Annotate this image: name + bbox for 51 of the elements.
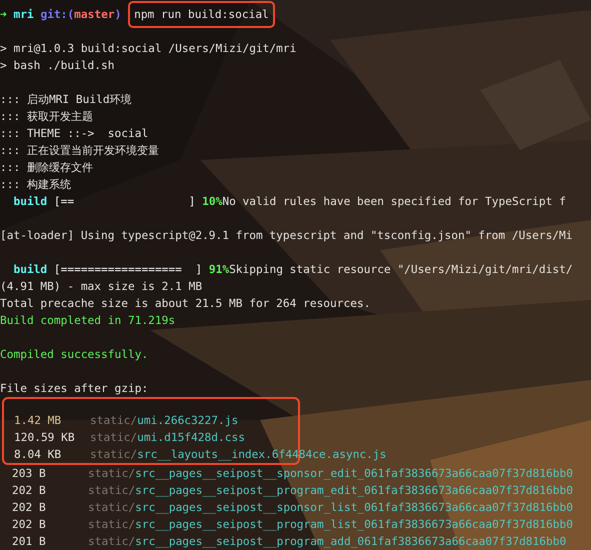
file-size: 202 B (11, 483, 47, 499)
output-text: ::: 正在设置当前开发环境变量 (0, 144, 159, 157)
file-name: umi.d15f428d.css (137, 430, 245, 446)
progress-text: [================== ] (54, 263, 202, 276)
output-text: ::: 构建系统 (0, 178, 71, 191)
file-size: 201 B (11, 534, 47, 550)
progress-message: Skipping static resource "/Users/Mizi/git/mri/dist/ (229, 263, 573, 276)
file-name: src__pages__seipost__program_list_061faf3836673a66caa07f37d816bb0 (135, 517, 573, 533)
file-directory: static/ (90, 413, 138, 429)
output-text: Total precache size is about 21.5 MB for 264 resources. (0, 297, 370, 310)
success-text: Build completed in 71.219s (0, 314, 176, 327)
output-text: ::: THEME ::-> social (0, 127, 148, 140)
file-size: 202 B (11, 517, 47, 533)
progress-label: build (13, 195, 48, 208)
file-name: src__pages__seipost__sponsor_edit_061faf3836673a66caa07f37d816bb0 (135, 466, 573, 482)
progress-percent: 91% (208, 263, 230, 276)
output-text: ::: 删除缓存文件 (0, 161, 93, 174)
success-text: Compiled successfully. (0, 348, 148, 361)
git-label: ) (114, 8, 122, 21)
output-text: [at-loader] Using typescript@2.9.1 from typescript and "tsconfig.json" from /Users/Mi (0, 229, 573, 242)
file-name: umi.266c3227.js (137, 413, 238, 429)
progress-message: No valid rules have been specified for TypeScript f (222, 195, 566, 208)
file-directory: static/ (88, 483, 136, 499)
file-directory: static/ (90, 447, 138, 463)
command-text: npm run build:social (128, 1, 275, 28)
file-directory: static/ (90, 430, 138, 446)
file-size: 120.59 KB (13, 430, 76, 446)
file-size: 1.42 MB (13, 413, 62, 429)
prompt-directory: mri (14, 8, 34, 21)
git-label: git:( (40, 8, 74, 21)
file-directory: static/ (88, 517, 136, 533)
output-text: > bash ./build.sh (0, 59, 115, 72)
output-text: (4.91 MB) - max size is 2.1 MB (0, 280, 202, 293)
file-directory: static/ (88, 534, 136, 550)
file-directory: static/ (88, 466, 136, 482)
output-text: ::: 启动MRI Build环境 (0, 93, 132, 106)
progress-text: [== ] (54, 195, 196, 208)
output-text: ::: 获取开发主题 (0, 110, 93, 123)
output-text: > mri@1.0.3 build:social /Users/Mizi/git/mri (0, 42, 296, 55)
file-directory: static/ (88, 500, 136, 516)
file-name: src__pages__seipost__sponsor_list_061faf3836673a66caa07f37d816bb0 (135, 500, 573, 516)
prompt-arrow: ➜ (0, 8, 7, 21)
file-size: 8.04 KB (13, 447, 62, 463)
file-size: 203 B (11, 466, 47, 482)
progress-label: build (13, 263, 48, 276)
output-text: File sizes after gzip: (0, 382, 148, 395)
git-branch: master (74, 8, 115, 21)
file-size: 202 B (11, 500, 47, 516)
progress-percent: 10% (202, 195, 222, 208)
file-name: src__pages__seipost__program_add_061faf3836673a66caa07f37d816bb0 (135, 534, 566, 550)
file-name: src__pages__seipost__program_edit_061faf3836673a66caa07f37d816bb0 (135, 483, 573, 499)
